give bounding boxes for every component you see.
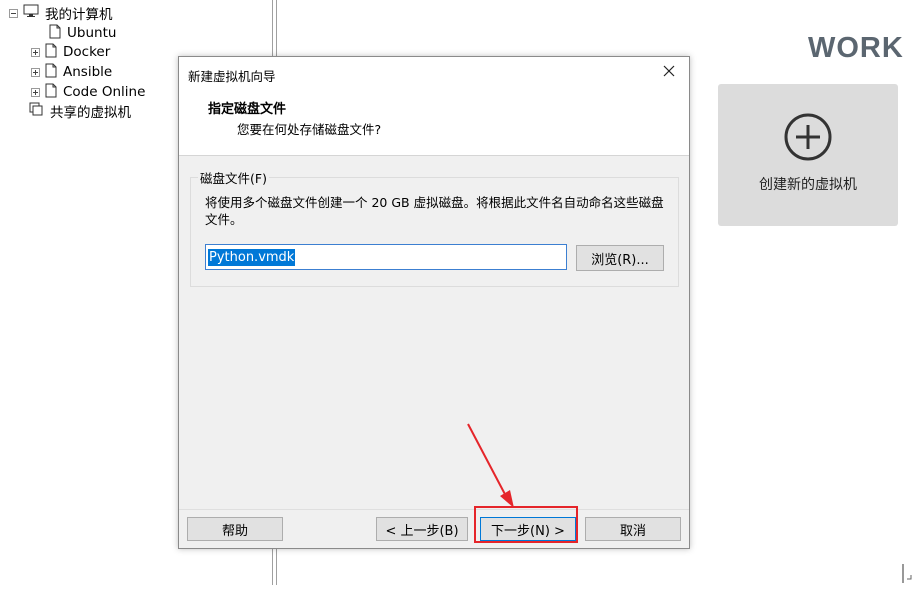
expand-icon[interactable] — [31, 47, 40, 57]
wizard-step-subtitle: 您要在何处存储磁盘文件? — [237, 122, 382, 137]
tree-label: 共享的虚拟机 — [50, 105, 131, 121]
browse-button[interactable]: 浏览(R)... — [576, 245, 664, 271]
vm-page-icon — [45, 83, 57, 102]
collapse-icon[interactable] — [9, 8, 18, 18]
vm-page-icon — [45, 63, 57, 82]
plus-circle-icon — [783, 112, 833, 166]
disk-file-value: Python.vmdk — [208, 248, 296, 266]
create-new-vm-tile[interactable]: 创建新的虚拟机 — [718, 84, 898, 226]
wizard-header: 指定磁盘文件 您要在何处存储磁盘文件? — [179, 89, 689, 156]
close-icon — [663, 65, 675, 81]
tree-label: 我的计算机 — [45, 7, 113, 23]
tree-item-ubuntu[interactable]: Ubuntu — [49, 23, 116, 43]
dialog-title: 新建虚拟机向导 — [188, 69, 276, 84]
vm-page-icon — [49, 24, 61, 43]
disk-file-input[interactable]: Python.vmdk — [205, 244, 567, 270]
back-button[interactable]: < 上一步(B) — [376, 517, 468, 541]
expand-icon[interactable] — [31, 67, 40, 77]
tree-item-shared-vms[interactable]: 共享的虚拟机 — [29, 101, 131, 121]
cancel-button[interactable]: 取消 — [585, 517, 681, 541]
home-title: WORK — [808, 32, 904, 64]
disk-file-description: 将使用多个磁盘文件创建一个 20 GB 虚拟磁盘。将根据此文件名自动命名这些磁盘… — [205, 195, 664, 227]
tree-item-my-computer[interactable]: 我的计算机 — [9, 3, 113, 23]
group-label: 磁盘文件(F) — [198, 168, 269, 187]
help-button[interactable]: 帮助 — [187, 517, 283, 541]
close-button[interactable] — [657, 63, 681, 83]
tree-label: Docker — [63, 44, 111, 60]
shared-vms-icon — [29, 102, 44, 121]
tree-label: Ubuntu — [67, 25, 117, 41]
dialog-titlebar: 新建虚拟机向导 — [179, 57, 689, 89]
expand-icon[interactable] — [31, 87, 40, 97]
tree-item-code-online[interactable]: Code Online — [31, 82, 145, 102]
tree-label: Ansible — [63, 64, 113, 80]
computer-icon — [23, 4, 39, 22]
footer-divider — [179, 509, 689, 510]
new-vm-wizard-dialog: 新建虚拟机向导 指定磁盘文件 您要在何处存储磁盘文件? 磁盘文件(F) 将使用多… — [178, 56, 690, 549]
annotation-arrow-icon — [460, 420, 530, 524]
create-tile-label: 创建新的虚拟机 — [759, 177, 857, 193]
vm-page-icon — [45, 43, 57, 62]
tree-item-ansible[interactable]: Ansible — [31, 62, 112, 82]
disk-file-group: 磁盘文件(F) 将使用多个磁盘文件创建一个 20 GB 虚拟磁盘。将根据此文件名… — [190, 168, 679, 287]
wizard-step-title: 指定磁盘文件 — [208, 102, 287, 117]
tree-item-docker[interactable]: Docker — [31, 42, 110, 62]
tree-label: Code Online — [63, 84, 146, 100]
text-cursor-icon — [902, 563, 914, 589]
